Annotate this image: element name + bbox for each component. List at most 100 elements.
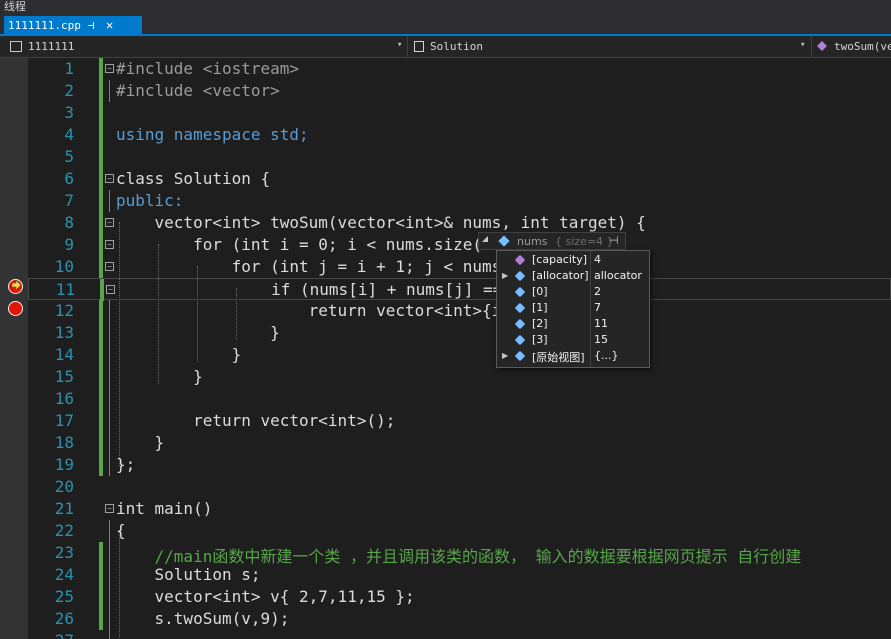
- datatip-row[interactable]: [1] 7: [497, 300, 649, 316]
- datatip-row-name: [3]: [532, 333, 548, 346]
- datatip-row-value[interactable]: {...}: [594, 349, 619, 362]
- datatip-row-value[interactable]: allocator: [594, 269, 642, 282]
- code-line[interactable]: 27: [28, 630, 891, 639]
- collapse-icon[interactable]: −: [105, 262, 114, 271]
- pin-icon[interactable]: ⊣: [609, 234, 619, 247]
- collapse-icon[interactable]: −: [106, 285, 115, 294]
- collapse-icon[interactable]: −: [105, 218, 114, 227]
- code-editor[interactable]: 1 − #include <iostream> 2 #include <vect…: [28, 58, 891, 639]
- project-name: 1111111: [28, 40, 75, 53]
- datatip-panel: [capacity] 4 ▶ [allocator] allocator [0]…: [496, 250, 650, 368]
- collapse-icon[interactable]: −: [105, 174, 114, 183]
- datatip-row[interactable]: ▶ [allocator] allocator: [497, 268, 649, 284]
- current-code-line[interactable]: 11 − if (nums[i] + nums[j] ==: [28, 278, 891, 301]
- breakpoint-icon[interactable]: [8, 301, 23, 316]
- datatip-row-value[interactable]: 7: [594, 301, 601, 314]
- datatip-row-value[interactable]: 2: [594, 285, 601, 298]
- collapse-icon[interactable]: −: [105, 240, 114, 249]
- outline-line: [109, 300, 110, 322]
- code-line[interactable]: 24 Solution s;: [28, 564, 891, 586]
- document-tab-strip: 1111111.cpp ⊣ ✕: [0, 14, 891, 36]
- outline-line: [109, 432, 110, 454]
- code-line[interactable]: 26 s.twoSum(v,9);: [28, 608, 891, 630]
- datatip-row-value[interactable]: 4: [594, 253, 601, 266]
- code-line[interactable]: 22 {: [28, 520, 891, 542]
- code-line[interactable]: 2 #include <vector>: [28, 80, 891, 102]
- code-line[interactable]: 23 //main函数中新建一个类 ，并且调用该类的函数， 输入的数据要根据网页…: [28, 542, 891, 566]
- chevron-down-icon: ▾: [800, 40, 806, 50]
- code-line[interactable]: 5: [28, 146, 891, 168]
- datatip-row[interactable]: [0] 2: [497, 284, 649, 300]
- line-number: 17: [54, 411, 74, 430]
- class-name: Solution: [430, 40, 483, 53]
- datatip-row[interactable]: [capacity] 4: [497, 252, 649, 268]
- code-line[interactable]: 16: [28, 388, 891, 410]
- datatip-row-value[interactable]: 11: [594, 317, 608, 330]
- code-text: vector<int> v{ 2,7,11,15 };: [116, 587, 415, 606]
- blue-cube-icon: [514, 270, 526, 282]
- datatip-variable-info: { size=4 }: [555, 235, 614, 248]
- change-indicator: [99, 168, 103, 190]
- expand-triangle-icon[interactable]: ▶: [502, 271, 508, 280]
- chevron-down-icon: ▾: [397, 40, 403, 50]
- pin-icon[interactable]: ⊣: [88, 19, 95, 32]
- code-text: if (nums[i] + nums[j] ==: [117, 280, 503, 299]
- collapse-icon[interactable]: −: [105, 64, 114, 73]
- code-line[interactable]: 25 vector<int> v{ 2,7,11,15 };: [28, 586, 891, 608]
- code-text: vector<int> twoSum(vector<int>& nums, in…: [116, 213, 646, 232]
- blue-cube-icon: [514, 286, 526, 298]
- indicator-margin[interactable]: [0, 58, 28, 639]
- threads-label[interactable]: 线程: [4, 0, 26, 14]
- collapse-triangle-icon[interactable]: [482, 236, 490, 244]
- line-number: 27: [28, 631, 74, 639]
- purple-cube-icon: [514, 254, 526, 266]
- datatip-row[interactable]: ▶ [原始视图] {...}: [497, 348, 649, 364]
- code-text: }: [116, 345, 242, 364]
- code-line[interactable]: 6 − class Solution {: [28, 168, 891, 190]
- line-number: 20: [54, 477, 74, 496]
- outline-line: [109, 410, 110, 432]
- datatip-row-value[interactable]: 15: [594, 333, 608, 346]
- class-icon: [414, 41, 424, 52]
- code-line[interactable]: 9 − for (int i = 0; i < nums.size(: [28, 234, 891, 256]
- member-dropdown[interactable]: twoSum(ve: [812, 36, 891, 57]
- code-line[interactable]: 18 }: [28, 432, 891, 454]
- navigation-bar: 1111111 ▾ Solution ▾ twoSum(ve: [0, 36, 891, 58]
- code-line[interactable]: 8 − vector<int> twoSum(vector<int>& nums…: [28, 212, 891, 234]
- code-text: #include <iostream>: [116, 59, 300, 78]
- code-line[interactable]: 15 }: [28, 366, 891, 388]
- collapse-icon[interactable]: −: [105, 504, 114, 513]
- code-line[interactable]: 1 − #include <iostream>: [28, 58, 891, 80]
- line-number: 24: [54, 565, 74, 584]
- code-text: public:: [116, 191, 184, 210]
- close-icon[interactable]: ✕: [106, 18, 113, 32]
- tab-filename: 1111111.cpp: [8, 19, 81, 32]
- line-number: 10: [54, 257, 74, 276]
- project-dropdown[interactable]: 1111111 ▾: [0, 36, 408, 57]
- outline-line: [109, 520, 110, 542]
- code-line[interactable]: 13 }: [28, 322, 891, 344]
- current-statement-breakpoint-icon[interactable]: [8, 279, 23, 294]
- code-line[interactable]: 7 public:: [28, 190, 891, 212]
- code-line[interactable]: 3: [28, 102, 891, 124]
- datatip-row-name: [1]: [532, 301, 548, 314]
- change-indicator: [99, 344, 103, 366]
- datatip-row[interactable]: [3] 15: [497, 332, 649, 348]
- change-indicator: [99, 234, 103, 256]
- code-line[interactable]: 21 − int main(): [28, 498, 891, 520]
- datatip-header[interactable]: nums { size=4 } ⊣: [478, 232, 626, 250]
- code-line[interactable]: 19 };: [28, 454, 891, 476]
- change-indicator: [99, 190, 103, 212]
- class-dropdown[interactable]: Solution ▾: [408, 36, 812, 57]
- blue-cube-icon: [514, 350, 526, 362]
- datatip-row[interactable]: [2] 11: [497, 316, 649, 332]
- code-line[interactable]: 20: [28, 476, 891, 498]
- expand-triangle-icon[interactable]: ▶: [502, 351, 508, 360]
- outline-line: [109, 586, 110, 608]
- code-line[interactable]: 4 using namespace std;: [28, 124, 891, 146]
- code-line[interactable]: 10 − for (int j = i + 1; j < nums: [28, 256, 891, 278]
- code-line[interactable]: 14 }: [28, 344, 891, 366]
- tab-1111111-cpp[interactable]: 1111111.cpp ⊣ ✕: [4, 16, 142, 36]
- code-line[interactable]: 12 return vector<int>{i: [28, 300, 891, 322]
- code-line[interactable]: 17 return vector<int>();: [28, 410, 891, 432]
